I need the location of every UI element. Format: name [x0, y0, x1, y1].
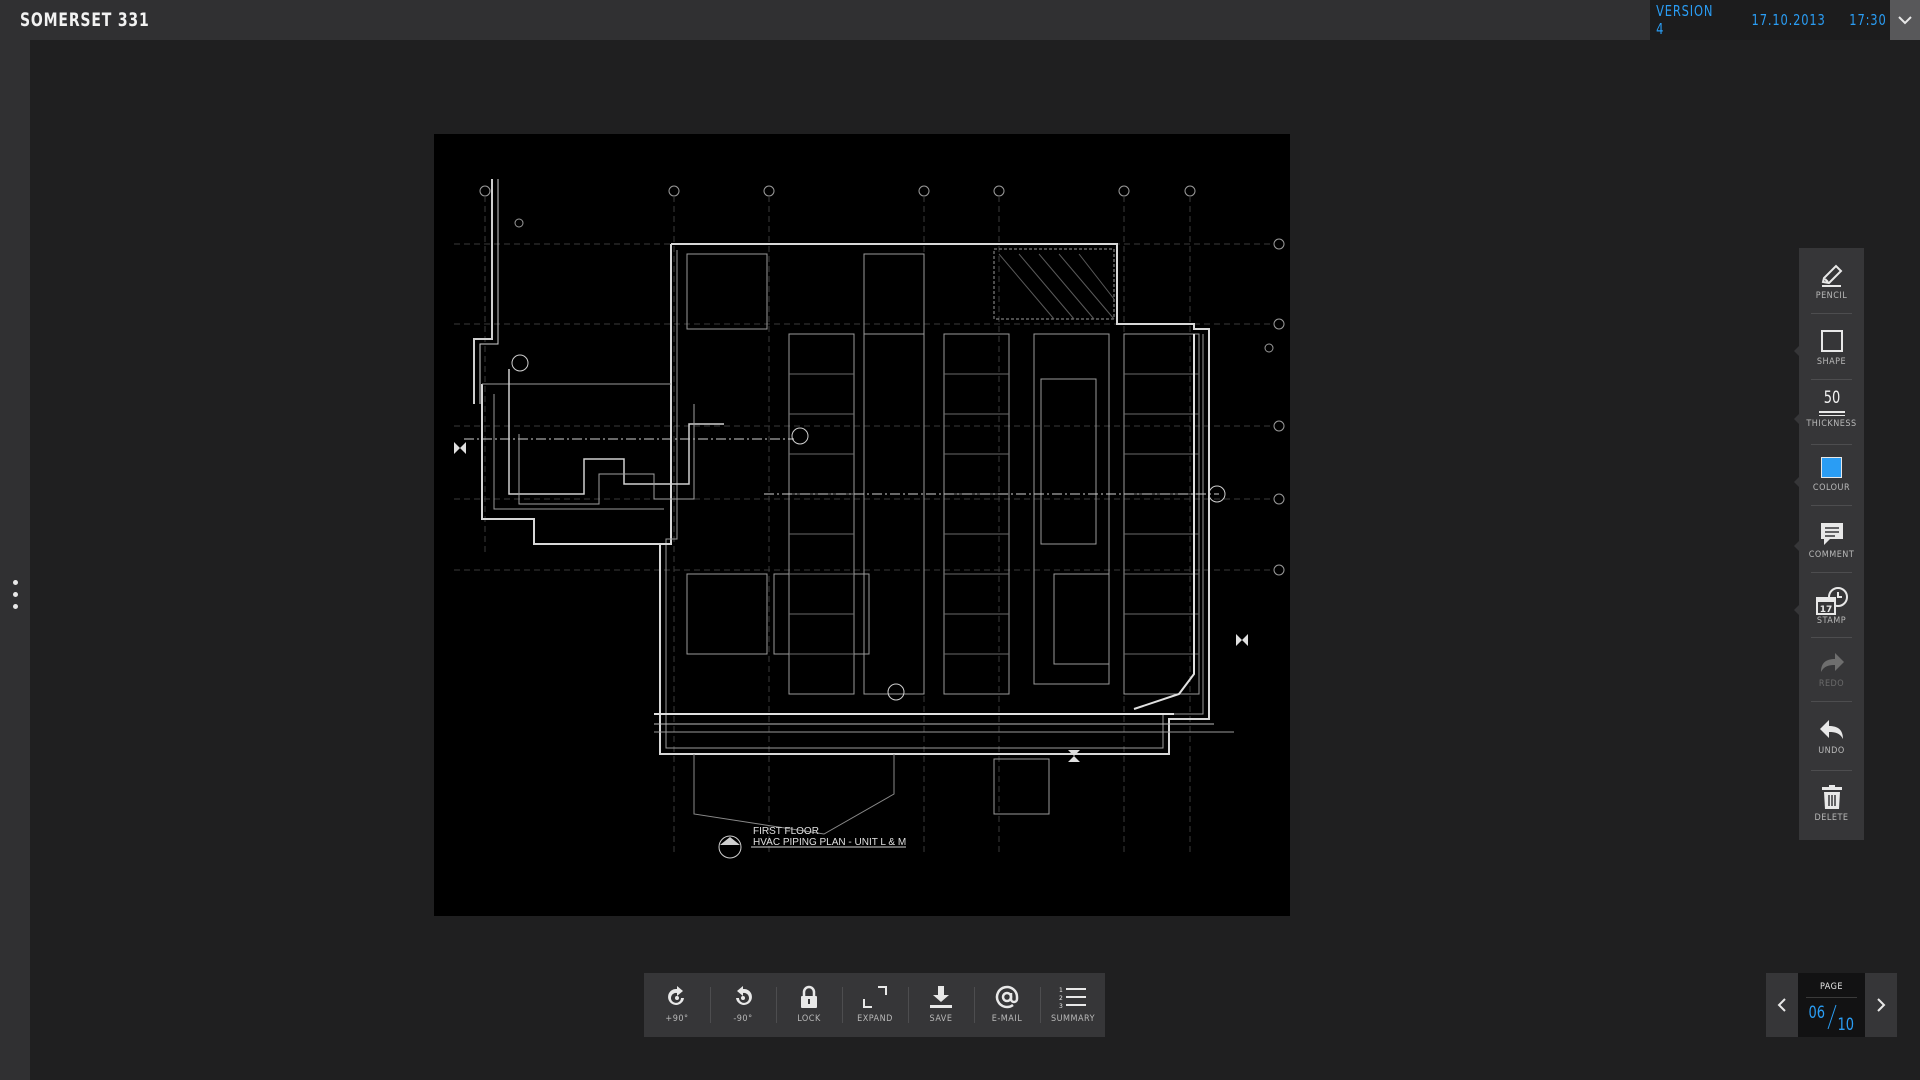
- lock-button[interactable]: LOCK: [776, 973, 842, 1037]
- svg-text:3: 3: [1059, 1003, 1063, 1009]
- email-button[interactable]: E-MAIL: [974, 973, 1040, 1037]
- expand-label: EXPAND: [857, 1014, 893, 1024]
- delete-label: DELETE: [1814, 813, 1849, 823]
- expand-icon: [863, 986, 887, 1008]
- rotate-cw-icon: [668, 986, 684, 1005]
- save-button[interactable]: SAVE: [908, 973, 974, 1037]
- svg-text:2: 2: [1059, 995, 1063, 1002]
- comment-tool[interactable]: COMMENT: [1799, 521, 1864, 560]
- undo-tool[interactable]: UNDO: [1799, 717, 1864, 756]
- thickness-label: THICKNESS: [1806, 419, 1857, 429]
- redo-label: REDO: [1818, 679, 1845, 689]
- app-title: SOMERSET 331: [20, 9, 150, 31]
- next-page-button[interactable]: [1865, 973, 1897, 1037]
- top-bar: SOMERSET 331 VERSION 4 17.10.2013 17:30: [0, 0, 1920, 40]
- trash-icon: [1821, 785, 1842, 809]
- total-pages: 10: [1837, 1015, 1855, 1035]
- undo-icon: [1819, 720, 1843, 739]
- stamp-tool[interactable]: 17 STAMP: [1799, 586, 1864, 626]
- rotate-ccw-button[interactable]: -90°: [710, 973, 776, 1037]
- rotate-ccw-label: -90°: [733, 1014, 753, 1024]
- pencil-tool[interactable]: PENCIL: [1799, 262, 1864, 301]
- comment-icon: [1820, 523, 1843, 545]
- save-label: SAVE: [929, 1014, 953, 1024]
- chevron-right-icon: [1877, 998, 1886, 1012]
- numbered-list-icon: 123: [1059, 987, 1086, 1009]
- header-dropdown-button[interactable]: [1890, 0, 1920, 40]
- shape-tool[interactable]: SHAPE: [1799, 328, 1864, 367]
- download-icon: [930, 986, 952, 1008]
- at-sign-icon: [995, 985, 1019, 1009]
- square-icon: [1820, 330, 1843, 352]
- chevron-left-icon: [1777, 998, 1786, 1012]
- left-sidebar: [0, 40, 30, 1080]
- redo-icon: [1820, 653, 1844, 672]
- page-separator: [1827, 1004, 1837, 1030]
- page-indicator: PAGE 06 10: [1798, 973, 1865, 1037]
- version-label: VERSION 4: [1656, 2, 1714, 38]
- rotate-cw-button[interactable]: +90°: [644, 973, 710, 1037]
- svg-text:1: 1: [1059, 987, 1063, 994]
- undo-label: UNDO: [1818, 746, 1845, 756]
- version-time: 17:30: [1849, 11, 1887, 29]
- shape-label: SHAPE: [1816, 357, 1847, 367]
- summary-button[interactable]: 123 SUMMARY: [1040, 973, 1106, 1037]
- annotation-toolbar: PENCIL SHAPE 50 THICKNESS COLOUR COMMENT…: [1794, 248, 1864, 840]
- stamp-value: 17: [1819, 605, 1832, 615]
- thickness-icon: 50: [1818, 388, 1845, 416]
- version-date: 17.10.2013: [1751, 11, 1826, 29]
- colour-swatch: [1819, 454, 1845, 480]
- stamp-label: STAMP: [1816, 616, 1847, 626]
- pencil-icon: [1821, 264, 1842, 287]
- rotate-ccw-icon: [736, 986, 752, 1005]
- page-navigator: PAGE 06 10: [1766, 973, 1897, 1037]
- version-info: VERSION 4 17.10.2013 17:30: [1650, 0, 1890, 40]
- more-vertical-icon[interactable]: [9, 580, 21, 620]
- document-viewer[interactable]: FIRST FLOOR HVAC PIPING PLAN - UNIT L & …: [434, 134, 1290, 916]
- page-label: PAGE: [1819, 982, 1844, 992]
- lock-label: LOCK: [797, 1014, 821, 1024]
- view-toolbar: +90° -90° LOCK EXPAND SAVE E-MAIL 123 SU…: [644, 973, 1105, 1037]
- drawing-title-line2: HVAC PIPING PLAN - UNIT L & M: [753, 837, 906, 848]
- email-label: E-MAIL: [991, 1014, 1023, 1024]
- drawing-title-line1: FIRST FLOOR: [753, 826, 819, 837]
- expand-button[interactable]: EXPAND: [842, 973, 908, 1037]
- colour-tool[interactable]: COLOUR: [1799, 454, 1864, 493]
- thickness-tool[interactable]: 50 THICKNESS: [1799, 388, 1864, 429]
- stamp-icon: 17: [1815, 587, 1848, 615]
- chevron-down-icon: [1898, 16, 1912, 25]
- comment-label: COMMENT: [1808, 550, 1855, 560]
- redo-tool[interactable]: REDO: [1799, 650, 1864, 689]
- pencil-label: PENCIL: [1815, 291, 1848, 301]
- thickness-value: 50: [1823, 388, 1840, 408]
- delete-tool[interactable]: DELETE: [1799, 784, 1864, 823]
- floor-plan-drawing: FIRST FLOOR HVAC PIPING PLAN - UNIT L & …: [454, 179, 1285, 859]
- previous-page-button[interactable]: [1766, 973, 1798, 1037]
- summary-label: SUMMARY: [1050, 1014, 1096, 1024]
- current-page: 06: [1808, 1003, 1826, 1023]
- lock-icon: [801, 985, 817, 1008]
- rotate-cw-label: +90°: [665, 1014, 689, 1024]
- colour-label: COLOUR: [1812, 483, 1851, 493]
